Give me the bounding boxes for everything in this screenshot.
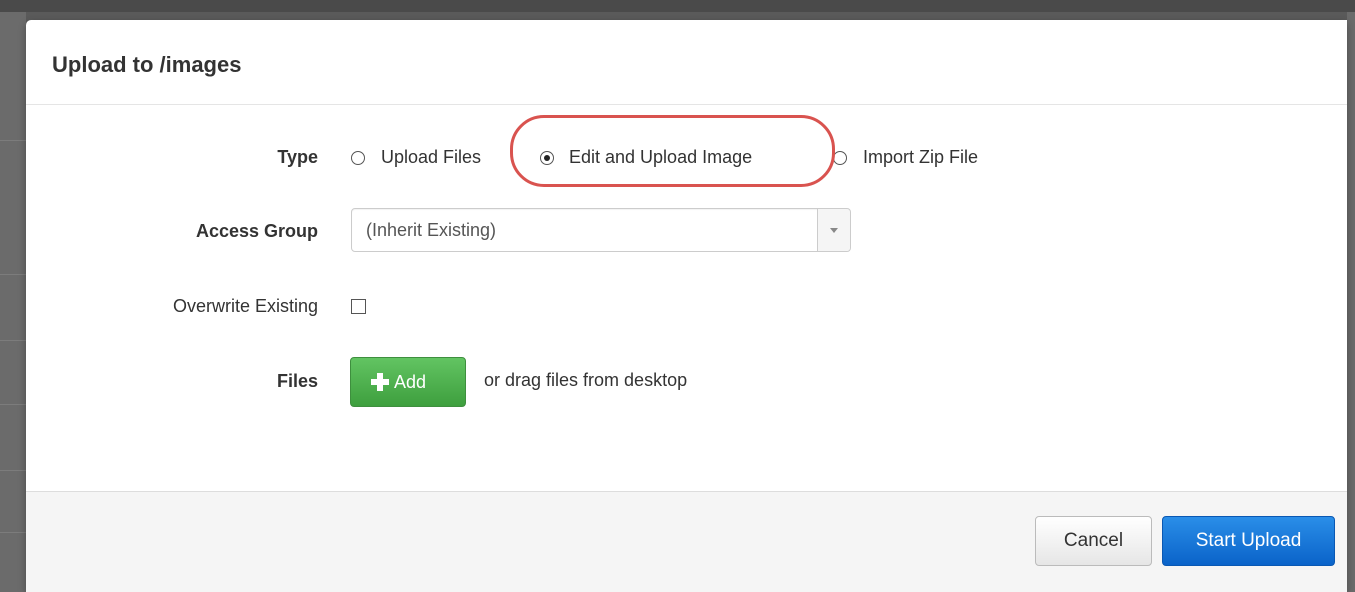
access-group-select[interactable]: (Inherit Existing) xyxy=(351,208,851,252)
files-label: Files xyxy=(276,371,318,391)
plus-icon xyxy=(371,373,389,391)
edit-and-upload-image-radio[interactable] xyxy=(540,151,554,165)
drag-files-hint: or drag files from desktop xyxy=(484,370,688,390)
access-group-select-value: (Inherit Existing) xyxy=(366,220,497,240)
modal-title: Upload to /images xyxy=(52,52,242,77)
upload-modal: Upload to /images Type Upload Files Edit… xyxy=(26,20,1347,592)
edit-and-upload-image-radio-label[interactable]: Edit and Upload Image xyxy=(569,147,752,168)
upload-files-radio-label[interactable]: Upload Files xyxy=(381,147,481,168)
background-left-column xyxy=(0,12,26,592)
access-group-label: Access Group xyxy=(195,221,318,241)
background-header xyxy=(0,0,1355,12)
type-label: Type xyxy=(277,147,318,167)
modal-header: Upload to /images xyxy=(26,20,1347,105)
background-right-column xyxy=(1347,12,1355,592)
import-zip-file-radio-label[interactable]: Import Zip File xyxy=(863,147,978,168)
add-files-button-label: Add xyxy=(394,372,427,392)
start-upload-button[interactable]: Start Upload xyxy=(1162,516,1335,566)
cancel-button[interactable]: Cancel xyxy=(1035,516,1152,566)
chevron-down-icon xyxy=(830,228,838,233)
add-files-button[interactable]: Add xyxy=(350,357,466,407)
import-zip-file-radio[interactable] xyxy=(833,151,847,165)
overwrite-existing-label: Overwrite Existing xyxy=(172,296,318,316)
select-toggle[interactable] xyxy=(817,209,850,251)
upload-files-radio[interactable] xyxy=(351,151,365,165)
overwrite-existing-checkbox[interactable] xyxy=(351,299,366,314)
modal-footer: Cancel Start Upload xyxy=(26,491,1347,592)
